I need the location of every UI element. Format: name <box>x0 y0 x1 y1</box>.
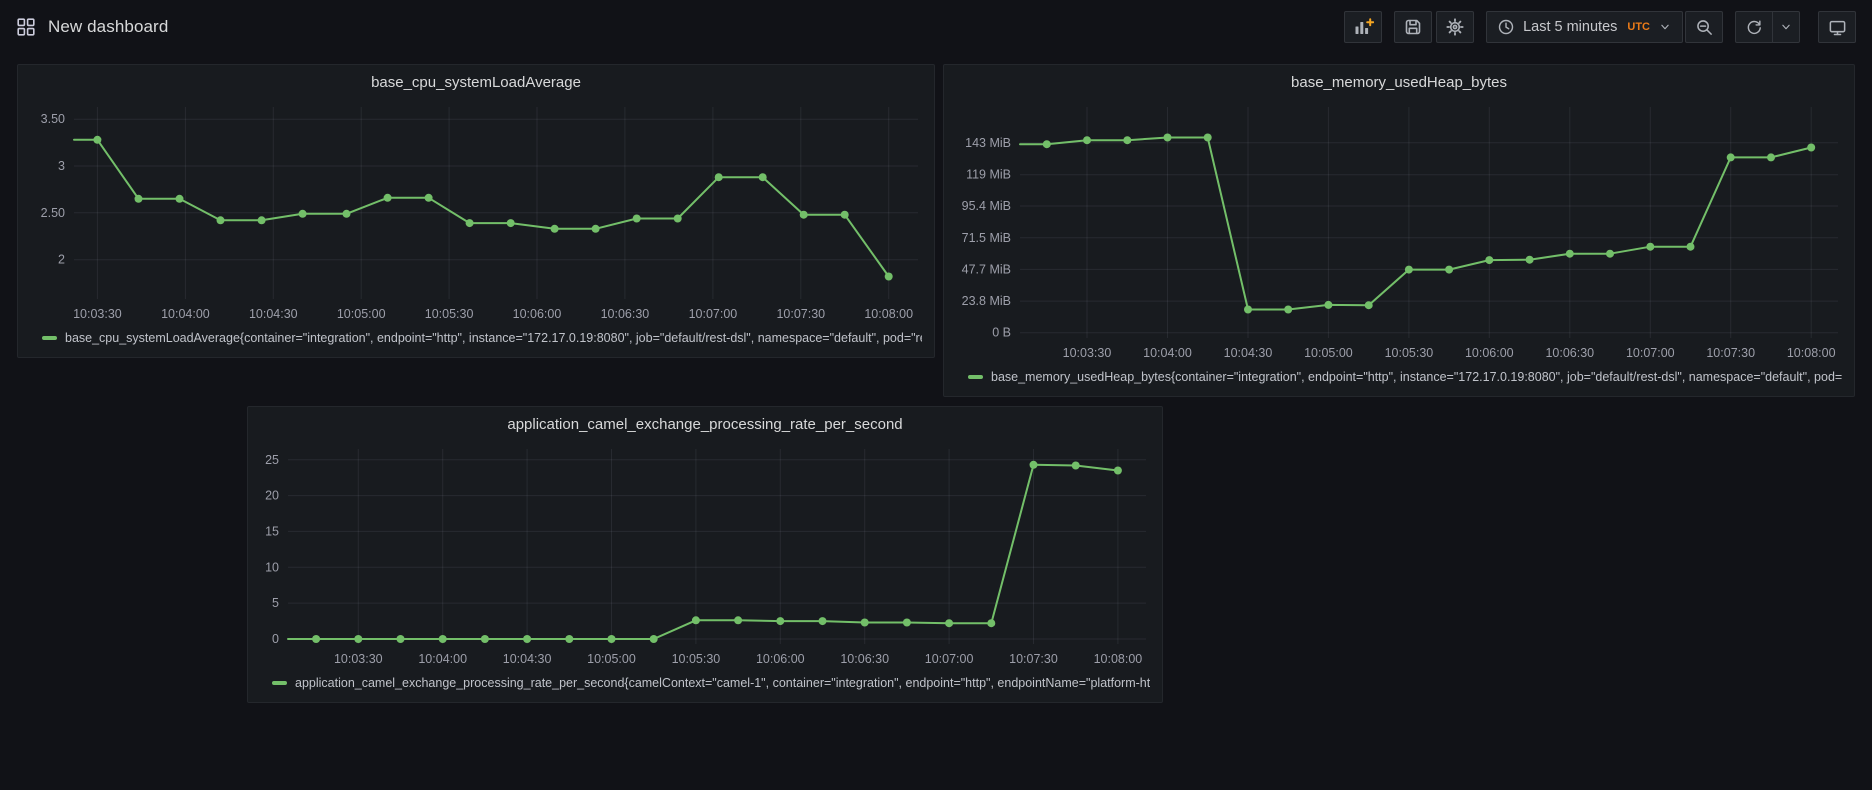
header-toolbar: Last 5 minutes UTC <box>1344 11 1856 43</box>
header-left: New dashboard <box>16 17 168 37</box>
svg-text:10:08:00: 10:08:00 <box>864 307 913 321</box>
svg-text:10:04:30: 10:04:30 <box>503 652 552 666</box>
legend-series-label: base_cpu_systemLoadAverage{container="in… <box>65 331 922 345</box>
svg-text:71.5 MiB: 71.5 MiB <box>962 231 1011 245</box>
svg-text:95.4 MiB: 95.4 MiB <box>962 199 1011 213</box>
legend-series-label: application_camel_exchange_processing_ra… <box>295 676 1150 690</box>
legend-series-marker <box>272 681 287 685</box>
legend-item[interactable]: application_camel_exchange_processing_ra… <box>248 670 1162 702</box>
page-title: New dashboard <box>48 17 168 37</box>
panel-title[interactable]: base_memory_usedHeap_bytes <box>944 65 1854 99</box>
legend-series-marker <box>968 375 983 379</box>
svg-text:10:03:30: 10:03:30 <box>334 652 383 666</box>
svg-text:10:06:30: 10:06:30 <box>1545 346 1594 360</box>
svg-text:10:05:00: 10:05:00 <box>337 307 386 321</box>
svg-text:20: 20 <box>265 489 279 503</box>
timeseries-plot[interactable]: 10:03:30 10:04:00 10:04:30 10:05:00 10:05:30… <box>248 441 1162 670</box>
dashboard-header: New dashboard <box>0 0 1872 54</box>
panel-camel-exchange-rate: application_camel_exchange_processing_ra… <box>247 406 1163 703</box>
svg-text:10:07:00: 10:07:00 <box>689 307 738 321</box>
svg-text:10:06:00: 10:06:00 <box>513 307 562 321</box>
legend-item[interactable]: base_memory_usedHeap_bytes{container="in… <box>944 364 1854 396</box>
svg-text:47.7 MiB: 47.7 MiB <box>962 262 1011 276</box>
timeseries-plot[interactable]: 10:03:30 10:04:00 10:04:30 10:05:00 10:05:30… <box>18 99 934 325</box>
apps-grid-icon <box>16 17 36 37</box>
timeseries-plot[interactable]: 10:03:30 10:04:00 10:04:30 10:05:00 10:05:30… <box>944 99 1854 364</box>
svg-text:10:07:30: 10:07:30 <box>776 307 825 321</box>
svg-text:10:08:00: 10:08:00 <box>1094 652 1143 666</box>
svg-text:10:06:00: 10:06:00 <box>1465 346 1514 360</box>
svg-text:23.8 MiB: 23.8 MiB <box>962 294 1011 308</box>
chevron-down-icon <box>1658 20 1672 34</box>
add-panel-button[interactable] <box>1344 11 1382 43</box>
svg-text:0 B: 0 B <box>992 326 1011 340</box>
save-dashboard-button[interactable] <box>1394 11 1432 43</box>
svg-text:119 MiB: 119 MiB <box>966 168 1011 182</box>
svg-text:10:07:00: 10:07:00 <box>1626 346 1675 360</box>
gear-icon <box>1445 17 1465 37</box>
svg-text:10:04:00: 10:04:00 <box>418 652 467 666</box>
legend-series-label: base_memory_usedHeap_bytes{container="in… <box>991 370 1842 384</box>
monitor-icon <box>1828 18 1847 37</box>
svg-text:143 MiB: 143 MiB <box>965 136 1011 150</box>
zoom-out-icon <box>1695 18 1714 37</box>
legend-item[interactable]: base_cpu_systemLoadAverage{container="in… <box>18 325 934 357</box>
bar-chart-plus-icon <box>1353 17 1374 37</box>
refresh-button[interactable] <box>1735 11 1773 43</box>
svg-text:10:04:00: 10:04:00 <box>1143 346 1192 360</box>
svg-text:3.50: 3.50 <box>41 112 65 126</box>
svg-text:10:03:30: 10:03:30 <box>1063 346 1112 360</box>
svg-text:10:05:00: 10:05:00 <box>587 652 636 666</box>
svg-text:10:07:30: 10:07:30 <box>1009 652 1058 666</box>
panel-memory-used-heap: base_memory_usedHeap_bytes 10:03:30 10:04… <box>943 64 1855 397</box>
svg-text:10:07:30: 10:07:30 <box>1706 346 1755 360</box>
refresh-icon <box>1745 18 1763 36</box>
svg-text:10:05:30: 10:05:30 <box>672 652 721 666</box>
svg-text:2.50: 2.50 <box>41 206 65 220</box>
save-icon <box>1403 17 1423 37</box>
time-range-picker-button[interactable]: Last 5 minutes UTC <box>1486 11 1683 43</box>
tv-mode-button[interactable] <box>1818 11 1856 43</box>
svg-text:10:06:30: 10:06:30 <box>840 652 889 666</box>
panel-title[interactable]: base_cpu_systemLoadAverage <box>18 65 934 99</box>
clock-icon <box>1497 18 1515 36</box>
grafana-dashboard: New dashboard <box>0 0 1872 790</box>
panel-title[interactable]: application_camel_exchange_processing_ra… <box>248 407 1162 441</box>
svg-text:10:06:00: 10:06:00 <box>756 652 805 666</box>
svg-text:15: 15 <box>265 524 279 538</box>
svg-text:10:07:00: 10:07:00 <box>925 652 974 666</box>
svg-text:10: 10 <box>265 560 279 574</box>
chevron-down-icon <box>1779 20 1793 34</box>
zoom-out-button[interactable] <box>1685 11 1723 43</box>
svg-text:10:06:30: 10:06:30 <box>601 307 650 321</box>
svg-text:0: 0 <box>272 632 279 646</box>
svg-text:10:05:30: 10:05:30 <box>425 307 474 321</box>
svg-text:2: 2 <box>58 253 65 267</box>
legend-series-marker <box>42 336 57 340</box>
time-range-label: Last 5 minutes <box>1523 19 1617 35</box>
panel-cpu-system-load-average: base_cpu_systemLoadAverage 10:03:30 10:04… <box>17 64 935 358</box>
svg-text:25: 25 <box>265 453 279 467</box>
svg-text:10:04:30: 10:04:30 <box>1224 346 1273 360</box>
svg-text:10:05:30: 10:05:30 <box>1385 346 1434 360</box>
svg-text:10:08:00: 10:08:00 <box>1787 346 1836 360</box>
svg-text:3: 3 <box>58 159 65 173</box>
refresh-interval-button[interactable] <box>1773 11 1800 43</box>
svg-text:10:04:30: 10:04:30 <box>249 307 298 321</box>
timezone-badge: UTC <box>1627 21 1650 33</box>
dashboard-settings-button[interactable] <box>1436 11 1474 43</box>
svg-text:10:04:00: 10:04:00 <box>161 307 210 321</box>
svg-text:10:05:00: 10:05:00 <box>1304 346 1353 360</box>
svg-text:10:03:30: 10:03:30 <box>73 307 122 321</box>
svg-text:5: 5 <box>272 596 279 610</box>
